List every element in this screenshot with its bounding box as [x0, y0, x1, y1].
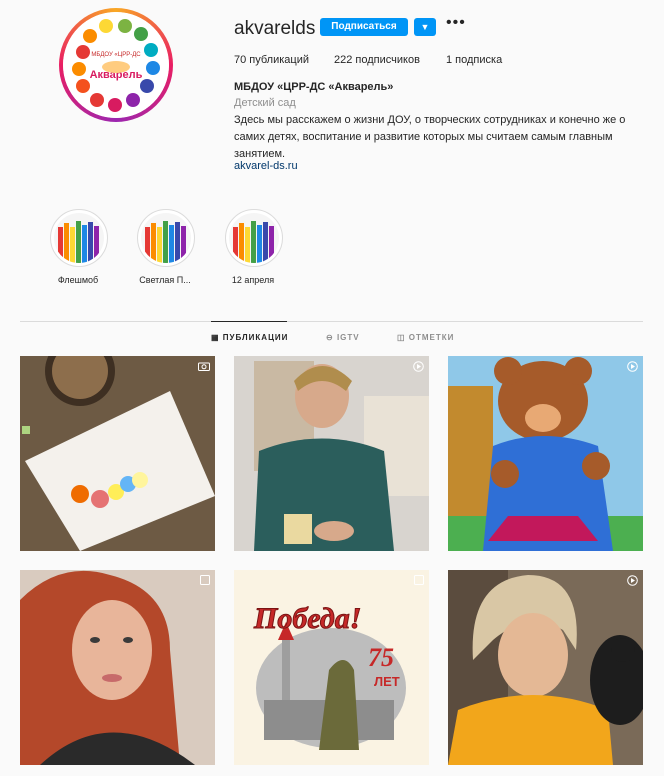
pencils-image [229, 213, 279, 263]
poster-years: ЛЕТ [374, 674, 400, 689]
pencils-image [141, 213, 191, 263]
profile-link[interactable]: akvarel-ds.ru [234, 160, 298, 172]
camera-icon [198, 361, 210, 371]
post-image [20, 356, 215, 551]
profile-bio: Здесь мы расскажем о жизни ДОУ, о творче… [234, 114, 626, 160]
post-image [234, 356, 429, 551]
highlight-flashmob[interactable] [50, 209, 108, 267]
clip-icon [627, 575, 638, 586]
followers-count[interactable]: 222 подписчиков [334, 54, 420, 66]
grid-icon: ▦ [211, 333, 223, 342]
post-tile[interactable] [20, 570, 215, 765]
logo-text-top: МБДОУ «ЦРР-ДС [91, 52, 141, 58]
tabs-divider [20, 321, 643, 322]
post-image [20, 570, 215, 765]
gallery-icon [414, 575, 424, 585]
post-tile[interactable] [20, 356, 215, 551]
profile-avatar[interactable]: МБДОУ «ЦРР-ДС Акварель [59, 8, 173, 122]
tab-tagged[interactable]: ◫ ОТМЕТКИ [397, 333, 454, 342]
kindergarten-logo: МБДОУ «ЦРР-ДС Акварель [63, 12, 169, 118]
pencils-image [54, 213, 104, 263]
post-image [448, 356, 643, 551]
poster-number: 75 [368, 643, 394, 672]
follow-button[interactable]: Подписаться [320, 18, 408, 36]
post-tile[interactable] [448, 570, 643, 765]
highlight-label: Флешмоб [57, 275, 99, 285]
username: akvarelds [234, 18, 316, 39]
posts-count: 70 публикаций [234, 54, 310, 66]
tag-icon: ◫ [397, 333, 409, 342]
chevron-down-icon: ▼ [420, 22, 430, 32]
post-tile[interactable]: Победа! 75 ЛЕТ [234, 570, 429, 765]
gallery-icon [200, 575, 210, 585]
more-options-icon[interactable]: ••• [446, 14, 466, 32]
profile-category: Детский сад [234, 97, 296, 109]
post-tile[interactable] [234, 356, 429, 551]
profile-full-name: МБДОУ «ЦРР-ДС «Акварель» [234, 81, 394, 93]
clip-icon [627, 361, 638, 372]
igtv-icon: ⊖ [326, 333, 337, 342]
post-image [448, 570, 643, 765]
following-count[interactable]: 1 подписка [446, 54, 502, 66]
post-tile[interactable] [448, 356, 643, 551]
tab-posts[interactable]: ▦ ПУБЛИКАЦИИ [211, 333, 288, 342]
highlight-easter[interactable] [137, 209, 195, 267]
active-tab-indicator [211, 321, 287, 322]
post-image: Победа! 75 ЛЕТ [234, 570, 429, 765]
tab-igtv[interactable]: ⊖ IGTV [326, 333, 360, 342]
highlight-label: Светлая П... [139, 275, 191, 285]
clip-icon [413, 361, 424, 372]
highlight-april-12[interactable] [225, 209, 283, 267]
highlight-label: 12 апреля [231, 275, 275, 285]
suggested-dropdown-button[interactable]: ▼ [414, 18, 436, 36]
poster-title: Победа! [253, 602, 361, 635]
